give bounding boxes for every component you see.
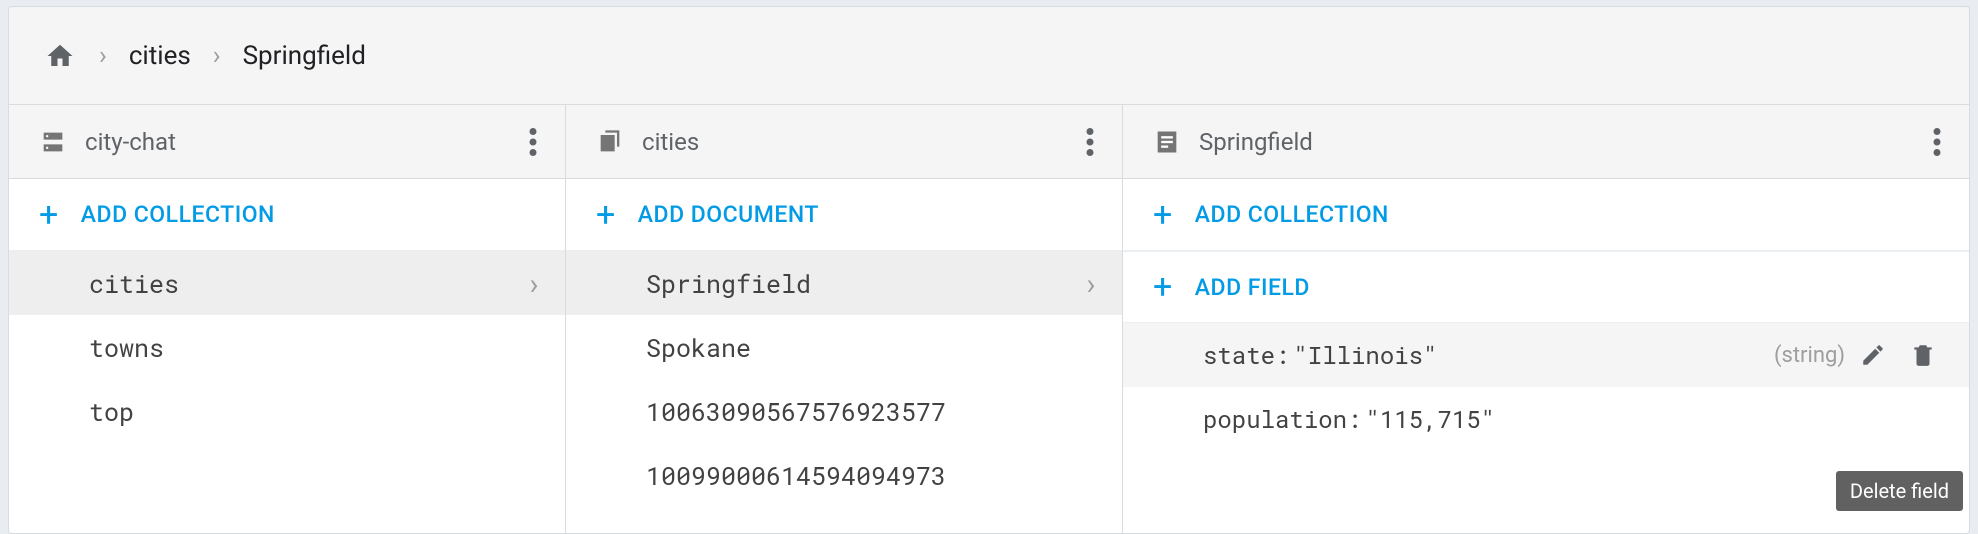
panel-header-document: Springfield: [1123, 105, 1969, 179]
home-icon[interactable]: [43, 41, 77, 71]
trash-icon: [1910, 342, 1936, 368]
document-row[interactable]: Springfield ›: [566, 251, 1122, 315]
plus-icon: +: [596, 198, 616, 232]
plus-icon: +: [1153, 198, 1173, 232]
field-row[interactable]: population: "115,715": [1123, 387, 1969, 451]
collection-panel: cities + ADD DOCUMENT Springfield › Spokan…: [566, 105, 1123, 533]
more-vert-icon: [1933, 128, 1941, 156]
document-panel: Springfield + ADD COLLECTION + ADD FIELD…: [1123, 105, 1969, 533]
field-row[interactable]: state: "Illinois" (string): [1123, 323, 1969, 387]
panel-title: cities: [642, 128, 1078, 156]
panel-header-database: city-chat: [9, 105, 565, 179]
field-list: state: "Illinois" (string) population: "11…: [1123, 323, 1969, 451]
collection-row[interactable]: cities ›: [9, 251, 565, 315]
add-label: ADD FIELD: [1195, 274, 1310, 301]
add-document-button[interactable]: + ADD DOCUMENT: [566, 179, 1122, 251]
add-collection-button[interactable]: + ADD COLLECTION: [1123, 179, 1969, 251]
more-vert-icon: [1086, 128, 1094, 156]
add-label: ADD DOCUMENT: [638, 201, 819, 228]
panel-title: Springfield: [1199, 128, 1925, 156]
field-value: "115,715": [1365, 403, 1495, 435]
edit-field-button[interactable]: [1851, 333, 1895, 377]
more-vert-icon: [529, 128, 537, 156]
database-panel: city-chat + ADD COLLECTION cities › towns t…: [9, 105, 566, 533]
field-name: population:: [1203, 403, 1361, 435]
field-type: (string): [1774, 343, 1845, 368]
add-label: ADD COLLECTION: [81, 201, 275, 228]
add-label: ADD COLLECTION: [1195, 201, 1389, 228]
add-field-button[interactable]: + ADD FIELD: [1123, 251, 1969, 323]
delete-field-button[interactable]: [1901, 333, 1945, 377]
document-icon: [1153, 128, 1181, 156]
plus-icon: +: [39, 198, 59, 232]
document-row[interactable]: Spokane: [566, 315, 1122, 379]
document-row-label: 10063090567576923577: [646, 395, 946, 428]
chevron-right-icon: ›: [213, 41, 221, 71]
plus-icon: +: [1153, 270, 1173, 304]
database-icon: [39, 128, 67, 156]
panel-menu-button[interactable]: [521, 120, 545, 164]
panel-menu-button[interactable]: [1078, 120, 1102, 164]
document-row[interactable]: 10063090567576923577: [566, 379, 1122, 443]
chevron-right-icon: ›: [525, 264, 543, 303]
collection-list: cities › towns top: [9, 251, 565, 533]
breadcrumb-item-document[interactable]: Springfield: [243, 41, 366, 71]
document-list: Springfield › Spokane 10063090567576923577 1…: [566, 251, 1122, 533]
chevron-right-icon: ›: [99, 41, 107, 71]
document-row[interactable]: 10099000614594094973: [566, 443, 1122, 507]
pencil-icon: [1860, 342, 1886, 368]
panel-header-collection: cities: [566, 105, 1122, 179]
field-name: state:: [1203, 339, 1289, 371]
panel-title: city-chat: [85, 128, 521, 156]
document-row-label: Springfield: [646, 267, 811, 300]
collection-row-label: cities: [89, 267, 179, 300]
collection-row-label: top: [89, 395, 134, 428]
collection-row-label: towns: [89, 331, 164, 364]
collection-icon: [596, 128, 624, 156]
document-row-label: Spokane: [646, 331, 751, 364]
collection-row[interactable]: top: [9, 379, 565, 443]
collection-row[interactable]: towns: [9, 315, 565, 379]
add-collection-button[interactable]: + ADD COLLECTION: [9, 179, 565, 251]
breadcrumb: › cities › Springfield: [9, 7, 1969, 105]
document-row-label: 10099000614594094973: [646, 459, 946, 492]
chevron-right-icon: ›: [1082, 264, 1100, 303]
panel-menu-button[interactable]: [1925, 120, 1949, 164]
field-value: "Illinois": [1293, 339, 1437, 371]
breadcrumb-item-collection[interactable]: cities: [129, 41, 191, 71]
